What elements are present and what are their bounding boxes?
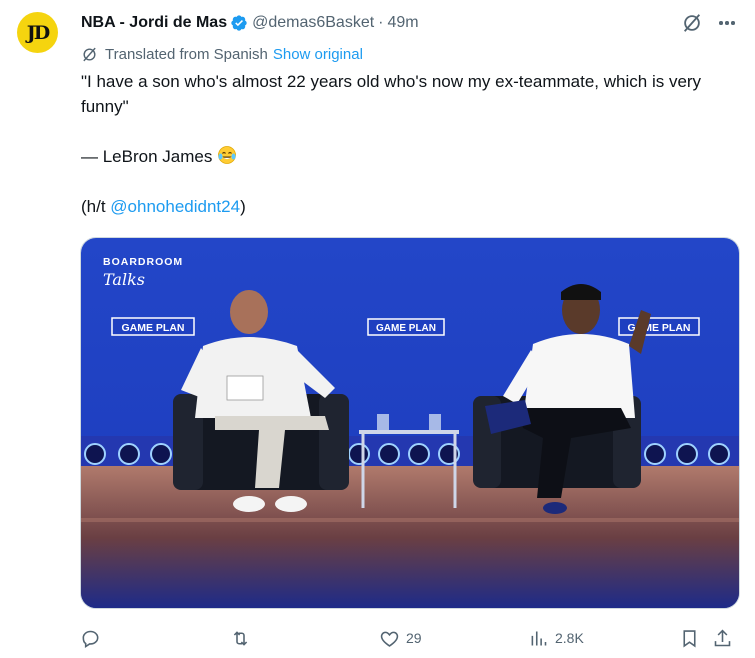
svg-text:GAME PLAN: GAME PLAN bbox=[376, 323, 436, 334]
bookmark-button[interactable] bbox=[679, 624, 700, 652]
action-bar: 29 2.8K bbox=[80, 624, 740, 652]
brand-bottom-text: Talks bbox=[103, 270, 145, 289]
separator-dot: · bbox=[378, 14, 384, 31]
post-text: "I have a son who's almost 22 years old … bbox=[81, 69, 741, 219]
views-count: 2.8K bbox=[555, 630, 584, 646]
views-icon bbox=[531, 631, 547, 645]
like-button[interactable]: 29 bbox=[379, 624, 422, 652]
views-button[interactable]: 2.8K bbox=[528, 624, 584, 652]
credit-suffix: ) bbox=[240, 197, 246, 216]
repost-button[interactable] bbox=[230, 624, 257, 652]
avatar[interactable]: JD bbox=[17, 12, 58, 53]
post-header: NBA - Jordi de Mas @demas6Basket · 49m bbox=[81, 12, 419, 34]
translate-icon bbox=[83, 47, 96, 61]
sign-right: GAME PLAN bbox=[618, 317, 700, 336]
quote-text: "I have a son who's almost 22 years old … bbox=[81, 72, 702, 116]
avatar-logo: JD bbox=[26, 21, 51, 44]
credit-prefix: (h/t bbox=[81, 197, 111, 216]
repost-icon bbox=[233, 630, 248, 646]
translated-label: Translated from Spanish bbox=[105, 45, 268, 63]
verified-badge-icon[interactable] bbox=[230, 14, 248, 32]
credit-line: (h/t @ohnohedidnt24) bbox=[81, 194, 741, 219]
show-original-link[interactable]: Show original bbox=[273, 46, 363, 63]
share-button[interactable] bbox=[712, 624, 733, 652]
author-handle[interactable]: @demas6Basket bbox=[252, 14, 374, 32]
post-time[interactable]: 49m bbox=[388, 14, 419, 32]
share-icon bbox=[714, 629, 731, 646]
reply-button[interactable] bbox=[80, 624, 107, 652]
sign-center: GAME PLAN bbox=[367, 318, 445, 336]
tears-of-joy-emoji-icon bbox=[218, 146, 236, 164]
attribution-line: — LeBron James bbox=[81, 144, 741, 169]
credit-mention-link[interactable]: @ohnohedidnt24 bbox=[110, 197, 240, 216]
held-card bbox=[226, 375, 264, 401]
reply-icon bbox=[82, 630, 99, 648]
svg-text:GAME PLAN: GAME PLAN bbox=[122, 322, 185, 334]
post-video[interactable]: BOARDROOM Talks GAME PLAN GAME PLAN GAME… bbox=[80, 237, 740, 609]
bookmark-icon bbox=[683, 629, 696, 647]
like-count: 29 bbox=[406, 630, 422, 646]
more-options-icon[interactable] bbox=[716, 12, 738, 34]
sign-left: GAME PLAN bbox=[111, 317, 195, 336]
grok-icon[interactable] bbox=[681, 12, 703, 34]
attribution-text: — LeBron James bbox=[81, 147, 213, 166]
author-name[interactable]: NBA - Jordi de Mas bbox=[81, 14, 227, 32]
video-frame: BOARDROOM Talks GAME PLAN GAME PLAN GAME… bbox=[81, 238, 739, 608]
translation-info: Translated from Spanish Show original bbox=[81, 44, 363, 64]
like-icon bbox=[380, 631, 399, 647]
brand-top-text: BOARDROOM bbox=[103, 256, 183, 268]
